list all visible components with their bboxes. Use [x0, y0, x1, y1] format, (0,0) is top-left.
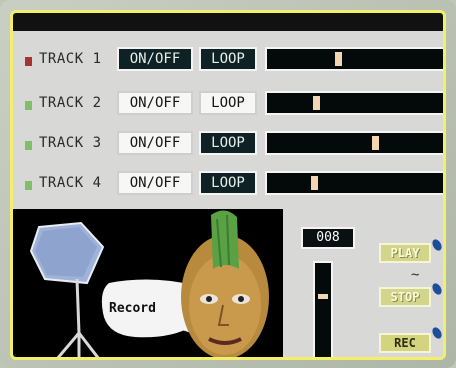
track-row-2: TRACK 2 ON/OFF LOOP: [13, 89, 443, 123]
transport-panel: 008 PLAY ~ STOP REC: [283, 209, 443, 357]
microphone-icon: [29, 221, 105, 285]
track-3-loop-button[interactable]: LOOP: [199, 131, 257, 155]
play-button[interactable]: PLAY: [379, 243, 431, 263]
track-1-onoff-button[interactable]: ON/OFF: [117, 47, 193, 71]
track-label: TRACK 1: [39, 51, 102, 67]
track-4-onoff-button[interactable]: ON/OFF: [117, 171, 193, 195]
track-4-loop-button[interactable]: LOOP: [199, 171, 257, 195]
track-4-volume-slider[interactable]: [265, 171, 443, 195]
record-button[interactable]: REC: [379, 333, 431, 353]
track-status-led: [25, 101, 32, 110]
track-status-led: [25, 141, 32, 150]
record-indicator-icon: [430, 325, 443, 341]
recording-scene: Record: [13, 209, 283, 357]
mic-stand-icon: [56, 279, 100, 357]
stop-button[interactable]: STOP: [379, 287, 431, 307]
track-status-led: [25, 181, 32, 190]
track-row-4: TRACK 4 ON/OFF LOOP: [13, 169, 443, 203]
track-2-onoff-button[interactable]: ON/OFF: [117, 91, 193, 115]
track-3-onoff-button[interactable]: ON/OFF: [117, 131, 193, 155]
track-label: TRACK 3: [39, 135, 102, 151]
speech-bubble-text: Record: [109, 301, 156, 316]
track-2-loop-button[interactable]: LOOP: [199, 91, 257, 115]
punk-singer-portrait: [181, 210, 269, 357]
track-row-3: TRACK 3 ON/OFF LOOP: [13, 129, 443, 163]
track-counter: 008: [301, 227, 355, 249]
slider-knob[interactable]: [313, 96, 320, 110]
track-3-volume-slider[interactable]: [265, 131, 443, 155]
master-volume-slider[interactable]: [313, 261, 333, 357]
slider-knob[interactable]: [335, 52, 342, 66]
track-label: TRACK 4: [39, 175, 102, 191]
track-row-1: TRACK 1 ON/OFF LOOP: [13, 45, 443, 79]
top-bar: [13, 13, 443, 31]
track-1-loop-button[interactable]: LOOP: [199, 47, 257, 71]
master-volume-knob[interactable]: [318, 294, 328, 299]
tilde-mark: ~: [411, 267, 420, 283]
track-2-volume-slider[interactable]: [265, 91, 443, 115]
track-status-led: [25, 57, 32, 66]
track-1-volume-slider[interactable]: [265, 47, 443, 71]
stop-indicator-icon: [430, 281, 443, 297]
track-label: TRACK 2: [39, 95, 102, 111]
crt-screen: TRACK 1 ON/OFF LOOP TRACK 2 ON/OFF LOOP …: [0, 0, 456, 368]
slider-knob[interactable]: [372, 136, 379, 150]
slider-knob[interactable]: [311, 176, 318, 190]
music-recorder-window: TRACK 1 ON/OFF LOOP TRACK 2 ON/OFF LOOP …: [10, 10, 446, 360]
play-indicator-icon: [430, 237, 443, 253]
